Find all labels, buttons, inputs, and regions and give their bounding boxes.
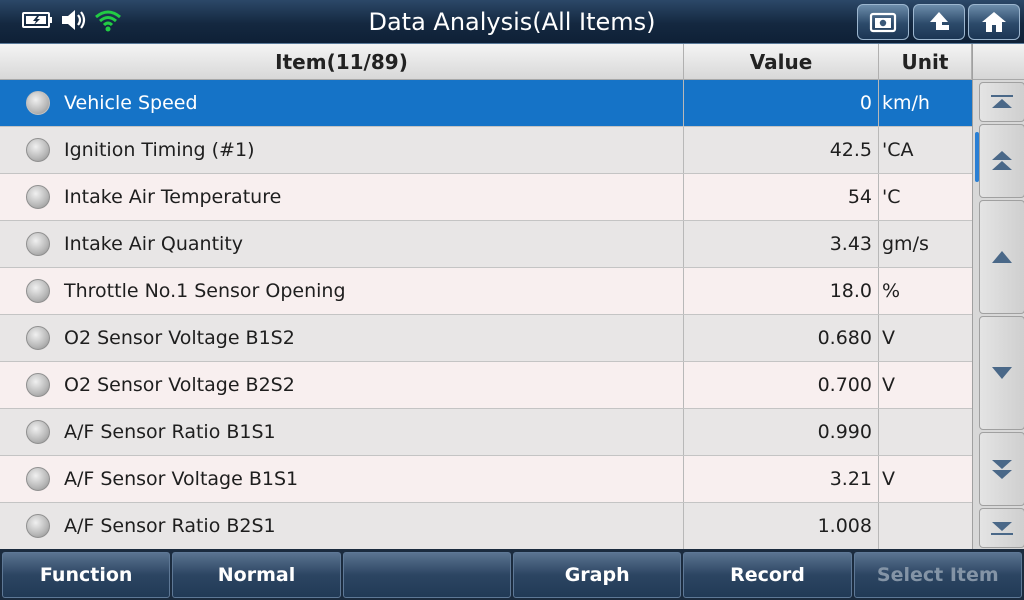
triangle-down-icon bbox=[992, 367, 1012, 379]
triangle-up-icon bbox=[992, 251, 1012, 263]
row-item-name: A/F Sensor Ratio B2S1 bbox=[64, 515, 276, 537]
row-item-name: A/F Sensor Voltage B1S1 bbox=[64, 468, 299, 490]
double-chevron-down-icon bbox=[992, 460, 1012, 479]
scroll-top-icon bbox=[991, 95, 1013, 108]
row-unit: V bbox=[882, 327, 895, 349]
row-unit bbox=[879, 503, 972, 549]
title-bar: Data Analysis(All Items) bbox=[0, 0, 1024, 44]
table-row[interactable]: A/F Sensor Ratio B1S1 0.990 bbox=[0, 409, 972, 456]
row-value: 0.700 bbox=[684, 362, 879, 408]
table-row[interactable]: O2 Sensor Voltage B2S2 0.700 V bbox=[0, 362, 972, 409]
scroll-header bbox=[973, 44, 1024, 80]
scroll-to-bottom-button[interactable] bbox=[979, 508, 1024, 548]
row-item-name: Vehicle Speed bbox=[64, 92, 198, 114]
row-value: 0.990 bbox=[684, 409, 879, 455]
blank-button[interactable] bbox=[342, 552, 511, 598]
scroll-up-button[interactable] bbox=[979, 200, 1024, 314]
back-button[interactable] bbox=[913, 4, 965, 40]
column-header-value[interactable]: Value bbox=[684, 44, 879, 80]
radio-icon[interactable] bbox=[26, 279, 50, 303]
row-item-name: Intake Air Temperature bbox=[64, 186, 282, 208]
row-value: 0 bbox=[684, 80, 879, 126]
bottom-toolbar: Function Normal Graph Record Select Item bbox=[0, 549, 1024, 600]
row-unit bbox=[879, 409, 972, 455]
row-item-cell: A/F Sensor Voltage B1S1 bbox=[0, 456, 684, 502]
scroll-to-top-button[interactable] bbox=[979, 82, 1024, 122]
row-unit: km/h bbox=[882, 92, 930, 114]
row-value: 0.680 bbox=[684, 315, 879, 361]
row-unit: % bbox=[882, 280, 901, 302]
double-chevron-up-icon bbox=[992, 151, 1012, 170]
camera-icon bbox=[869, 12, 897, 33]
normal-button[interactable]: Normal bbox=[172, 552, 341, 598]
home-icon bbox=[982, 12, 1006, 32]
select-item-button[interactable]: Select Item bbox=[853, 552, 1022, 598]
table-row[interactable]: Throttle No.1 Sensor Opening 18.0 % bbox=[0, 268, 972, 315]
row-item-cell: Throttle No.1 Sensor Opening bbox=[0, 268, 684, 314]
row-unit: V bbox=[882, 374, 895, 396]
data-table: Item(11/89) Value Unit Vehicle Speed 0 k… bbox=[0, 44, 972, 550]
radio-icon[interactable] bbox=[26, 326, 50, 350]
row-value: 18.0 bbox=[684, 268, 879, 314]
graph-button[interactable]: Graph bbox=[512, 552, 682, 598]
table-header: Item(11/89) Value Unit bbox=[0, 44, 972, 80]
table-row[interactable]: Ignition Timing (#1) 42.5 'CA bbox=[0, 127, 972, 174]
row-item-cell: Intake Air Temperature bbox=[0, 174, 684, 220]
row-item-cell: O2 Sensor Voltage B2S2 bbox=[0, 362, 684, 408]
scroll-controls bbox=[972, 44, 1024, 549]
radio-icon[interactable] bbox=[26, 185, 50, 209]
row-unit: V bbox=[882, 468, 895, 490]
row-item-cell: Ignition Timing (#1) bbox=[0, 127, 684, 173]
table-row[interactable]: A/F Sensor Ratio B2S1 1.008 bbox=[0, 503, 972, 550]
row-item-name: A/F Sensor Ratio B1S1 bbox=[64, 421, 276, 443]
page-down-button[interactable] bbox=[979, 432, 1024, 506]
scroll-bottom-icon bbox=[991, 522, 1013, 535]
radio-icon[interactable] bbox=[26, 373, 50, 397]
screenshot-button[interactable] bbox=[857, 4, 909, 40]
table-body: Vehicle Speed 0 km/h Ignition Timing (#1… bbox=[0, 80, 972, 550]
table-row[interactable]: Vehicle Speed 0 km/h bbox=[0, 80, 972, 127]
table-row[interactable]: A/F Sensor Voltage B1S1 3.21 V bbox=[0, 456, 972, 503]
row-item-name: Intake Air Quantity bbox=[64, 233, 244, 255]
return-arrow-icon bbox=[930, 12, 949, 30]
row-item-name: Throttle No.1 Sensor Opening bbox=[64, 280, 346, 302]
function-button[interactable]: Function bbox=[2, 552, 171, 598]
row-item-cell: Vehicle Speed bbox=[0, 80, 684, 126]
row-item-cell: O2 Sensor Voltage B1S2 bbox=[0, 315, 684, 361]
row-unit: 'C bbox=[882, 186, 901, 208]
row-item-name: O2 Sensor Voltage B1S2 bbox=[64, 327, 295, 349]
row-value: 54 bbox=[684, 174, 879, 220]
row-value: 42.5 bbox=[684, 127, 879, 173]
record-button[interactable]: Record bbox=[683, 552, 852, 598]
row-item-name: O2 Sensor Voltage B2S2 bbox=[64, 374, 295, 396]
radio-icon[interactable] bbox=[26, 514, 50, 538]
row-item-cell: A/F Sensor Ratio B1S1 bbox=[0, 409, 684, 455]
radio-icon[interactable] bbox=[26, 91, 50, 115]
row-unit: gm/s bbox=[882, 233, 929, 255]
scroll-down-button[interactable] bbox=[979, 316, 1024, 430]
radio-icon[interactable] bbox=[26, 232, 50, 256]
radio-icon[interactable] bbox=[26, 138, 50, 162]
home-button[interactable] bbox=[968, 4, 1020, 40]
row-item-name: Ignition Timing (#1) bbox=[64, 139, 255, 161]
row-item-cell: Intake Air Quantity bbox=[0, 221, 684, 267]
column-header-item[interactable]: Item(11/89) bbox=[0, 44, 684, 80]
row-value: 1.008 bbox=[684, 503, 879, 549]
radio-icon[interactable] bbox=[26, 467, 50, 491]
table-row[interactable]: Intake Air Quantity 3.43 gm/s bbox=[0, 221, 972, 268]
row-value: 3.43 bbox=[684, 221, 879, 267]
table-row[interactable]: Intake Air Temperature 54 'C bbox=[0, 174, 972, 221]
radio-icon[interactable] bbox=[26, 420, 50, 444]
row-item-cell: A/F Sensor Ratio B2S1 bbox=[0, 503, 684, 549]
table-row[interactable]: O2 Sensor Voltage B1S2 0.680 V bbox=[0, 315, 972, 362]
row-unit: 'CA bbox=[882, 139, 914, 161]
page-up-button[interactable] bbox=[979, 124, 1024, 198]
column-header-unit[interactable]: Unit bbox=[879, 44, 972, 80]
row-value: 3.21 bbox=[684, 456, 879, 502]
